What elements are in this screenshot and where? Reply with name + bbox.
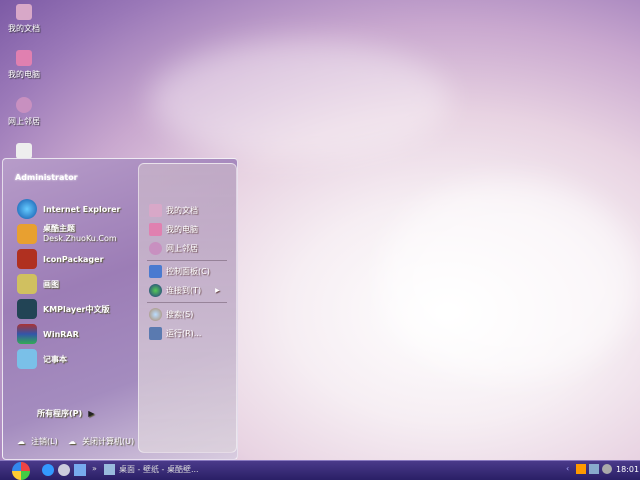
right-item-my-computer[interactable]: 我的电脑 — [149, 223, 198, 236]
globe-quicklaunch-icon[interactable] — [58, 464, 70, 476]
ie-quicklaunch-icon[interactable] — [42, 464, 54, 476]
power-icon: ☁ — [68, 437, 76, 446]
separator — [147, 260, 227, 261]
start-button[interactable] — [12, 462, 30, 480]
right-item-control-panel[interactable]: 控制面板(C) — [149, 265, 210, 278]
menu-item-notepad[interactable]: 记事本 — [17, 349, 67, 369]
label: WinRAR — [43, 329, 79, 339]
all-programs-button[interactable]: 所有程序(P) ▶ — [37, 408, 94, 419]
clock[interactable]: 18:01 — [616, 465, 639, 474]
winrar-icon — [17, 324, 37, 344]
network-icon — [16, 97, 32, 113]
file-icon — [16, 143, 32, 159]
search-icon — [149, 308, 162, 321]
label: 我的电脑 — [8, 70, 40, 79]
taskbar-window-button[interactable]: 桌面 - 壁纸 - 桌酷壁... — [104, 464, 199, 475]
run-icon — [149, 327, 162, 340]
label: 记事本 — [43, 354, 67, 364]
label: 网上邻居 — [166, 244, 198, 253]
computer-icon — [149, 223, 162, 236]
label: 所有程序(P) — [37, 409, 83, 418]
menu-item-zhuoku[interactable]: 桌酷主题 Desk.ZhuoKu.Com — [17, 224, 117, 244]
desktop-icon-network[interactable]: 网上邻居 — [2, 97, 46, 127]
label: 桌面 - 壁纸 - 桌酷壁... — [119, 465, 199, 474]
network-tray-icon[interactable] — [589, 464, 599, 474]
user-name: Administrator — [15, 173, 78, 182]
right-item-network[interactable]: 网上邻居 — [149, 242, 198, 255]
desktop-icon-my-computer[interactable]: 我的电脑 — [2, 50, 46, 80]
taskbar: » 桌面 - 壁纸 - 桌酷壁... ‹ 18:01 — [0, 460, 640, 480]
label: 我的电脑 — [166, 225, 198, 234]
notepad-icon — [17, 349, 37, 369]
folder-icon — [16, 4, 32, 20]
logoff-button[interactable]: ☁ 注销(L) — [17, 436, 58, 447]
volume-icon[interactable] — [602, 464, 612, 474]
right-item-run[interactable]: 运行(R)... — [149, 327, 201, 340]
label: 搜索(S) — [166, 310, 194, 319]
right-item-search[interactable]: 搜索(S) — [149, 308, 193, 321]
right-item-connect-to[interactable]: 连接到(T) ▶ — [149, 284, 220, 297]
window-icon — [104, 464, 115, 475]
label: 控制面板(C) — [166, 267, 210, 276]
label: 网上邻居 — [8, 117, 40, 126]
globe-icon — [149, 284, 162, 297]
label: 注销(L) — [31, 437, 58, 446]
sublabel: Desk.ZhuoKu.Com — [43, 234, 117, 243]
label: IconPackager — [43, 254, 104, 264]
tray-icon[interactable] — [576, 464, 586, 474]
menu-item-iconpackager[interactable]: IconPackager — [17, 249, 104, 269]
label: 关闭计算机(U) — [82, 437, 135, 446]
paint-icon — [17, 274, 37, 294]
separator — [147, 302, 227, 303]
chevron-icon[interactable]: » — [92, 464, 97, 473]
right-pane: 我的文档 我的电脑 网上邻居 控制面板(C) 连接到(T) ▶ 搜索(S) 运行(… — [138, 163, 237, 453]
ie-icon — [17, 199, 37, 219]
iconpackager-icon — [17, 249, 37, 269]
arrow-right-icon: ▶ — [88, 409, 95, 418]
menu-item-paint[interactable]: 画图 — [17, 274, 59, 294]
label: 桌酷主题 — [43, 224, 75, 233]
arrow-right-icon: ▶ — [215, 287, 220, 294]
menu-item-ie[interactable]: Internet Explorer — [17, 199, 121, 219]
label: 连接到(T) — [166, 286, 202, 295]
kmplayer-icon — [17, 299, 37, 319]
menu-item-kmplayer[interactable]: KMPlayer中文版 — [17, 299, 110, 319]
computer-icon — [16, 50, 32, 66]
label: Internet Explorer — [43, 204, 121, 214]
label: 画图 — [43, 279, 59, 289]
desktop-quicklaunch-icon[interactable] — [74, 464, 86, 476]
label: KMPlayer中文版 — [43, 304, 110, 314]
menu-item-winrar[interactable]: WinRAR — [17, 324, 79, 344]
shutdown-button[interactable]: ☁ 关闭计算机(U) — [68, 436, 134, 447]
tray-expand-icon[interactable]: ‹ — [566, 464, 569, 473]
network-icon — [149, 242, 162, 255]
label: 我的文档 — [8, 24, 40, 33]
theme-icon — [17, 224, 37, 244]
folder-icon — [149, 204, 162, 217]
start-menu: Administrator Internet Explorer 桌酷主题 Desk… — [2, 158, 238, 460]
logoff-icon: ☁ — [17, 437, 25, 446]
right-item-my-documents[interactable]: 我的文档 — [149, 204, 198, 217]
control-panel-icon — [149, 265, 162, 278]
label: 我的文档 — [166, 206, 198, 215]
desktop-icon-my-documents[interactable]: 我的文档 — [2, 4, 46, 34]
label: 运行(R)... — [166, 329, 202, 338]
